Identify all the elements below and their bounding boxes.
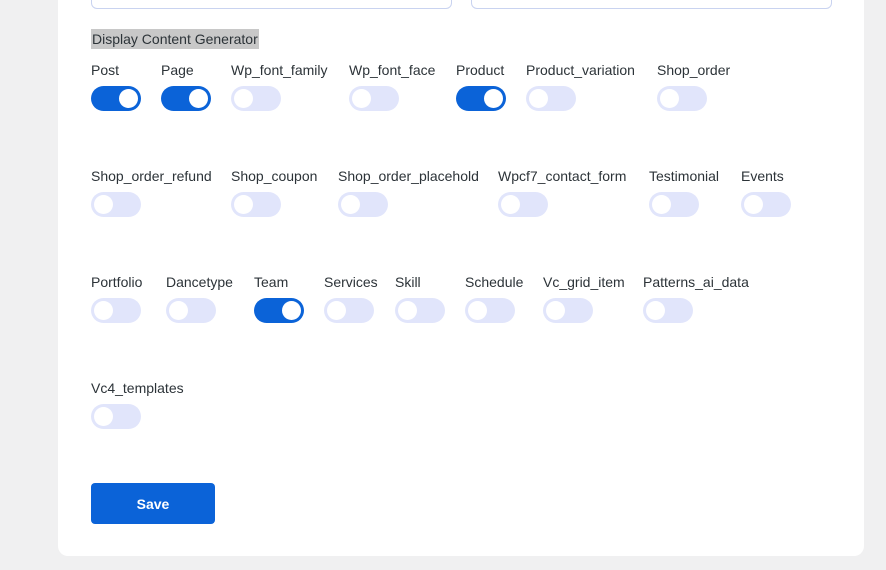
save-button[interactable]: Save [91,483,215,524]
toggle-switch[interactable] [526,86,576,111]
toggle-knob [398,301,417,320]
toggle-switch[interactable] [91,404,141,429]
text-field[interactable] [91,0,452,9]
toggle-switch[interactable] [498,192,548,217]
toggle-switch[interactable] [395,298,445,323]
option-label: Vc_grid_item [543,274,625,290]
option-label: Shop_order_placehold [338,168,479,184]
toggle-knob [169,301,188,320]
toggle-knob [501,195,520,214]
toggle-knob [744,195,763,214]
toggle-knob [652,195,671,214]
option-label: Dancetype [166,274,233,290]
toggle-knob [94,301,113,320]
toggle-knob [234,89,253,108]
option-label: Testimonial [649,168,720,184]
toggle-knob [341,195,360,214]
toggle-knob [468,301,487,320]
option-label: Post [91,62,120,78]
toggle-knob [529,89,548,108]
toggle-knob [352,89,371,108]
option-label: Page [161,62,194,78]
toggle-switch[interactable] [91,86,141,111]
option-label: Shop_order [657,62,731,78]
toggle-switch[interactable] [231,192,281,217]
toggle-knob [94,195,113,214]
toggle-switch[interactable] [91,192,141,217]
toggle-knob [327,301,346,320]
option-label: Patterns_ai_data [643,274,749,290]
toggle-knob [646,301,665,320]
option-label: Product [456,62,505,78]
toggle-switch[interactable] [254,298,304,323]
text-field[interactable] [471,0,832,9]
option-label: Skill [395,274,421,290]
option-label: Services [324,274,378,290]
toggle-switch[interactable] [161,86,211,111]
option-label: Schedule [465,274,524,290]
toggle-knob [119,89,138,108]
option-label: Events [741,168,784,184]
toggle-knob [234,195,253,214]
toggle-knob [94,407,113,426]
toggle-knob [282,301,301,320]
toggle-switch[interactable] [456,86,506,111]
toggle-switch[interactable] [543,298,593,323]
option-label: Product_variation [526,62,635,78]
option-label: Team [254,274,289,290]
option-label: Wp_font_face [349,62,436,78]
option-label: Portfolio [91,274,143,290]
toggle-knob [189,89,208,108]
section-heading: Display Content Generator [91,29,259,49]
toggle-switch[interactable] [741,192,791,217]
option-label: Vc4_templates [91,380,184,396]
toggle-switch[interactable] [349,86,399,111]
toggle-switch[interactable] [465,298,515,323]
toggle-switch[interactable] [166,298,216,323]
option-label: Shop_coupon [231,168,318,184]
toggle-switch[interactable] [338,192,388,217]
toggle-knob [660,89,679,108]
toggle-switch[interactable] [324,298,374,323]
toggle-switch[interactable] [91,298,141,323]
option-label: Wp_font_family [231,62,328,78]
toggle-switch[interactable] [643,298,693,323]
option-label: Wpcf7_contact_form [498,168,627,184]
toggle-switch[interactable] [231,86,281,111]
toggle-switch[interactable] [649,192,699,217]
toggle-knob [546,301,565,320]
toggle-switch[interactable] [657,86,707,111]
toggle-knob [484,89,503,108]
option-label: Shop_order_refund [91,168,212,184]
